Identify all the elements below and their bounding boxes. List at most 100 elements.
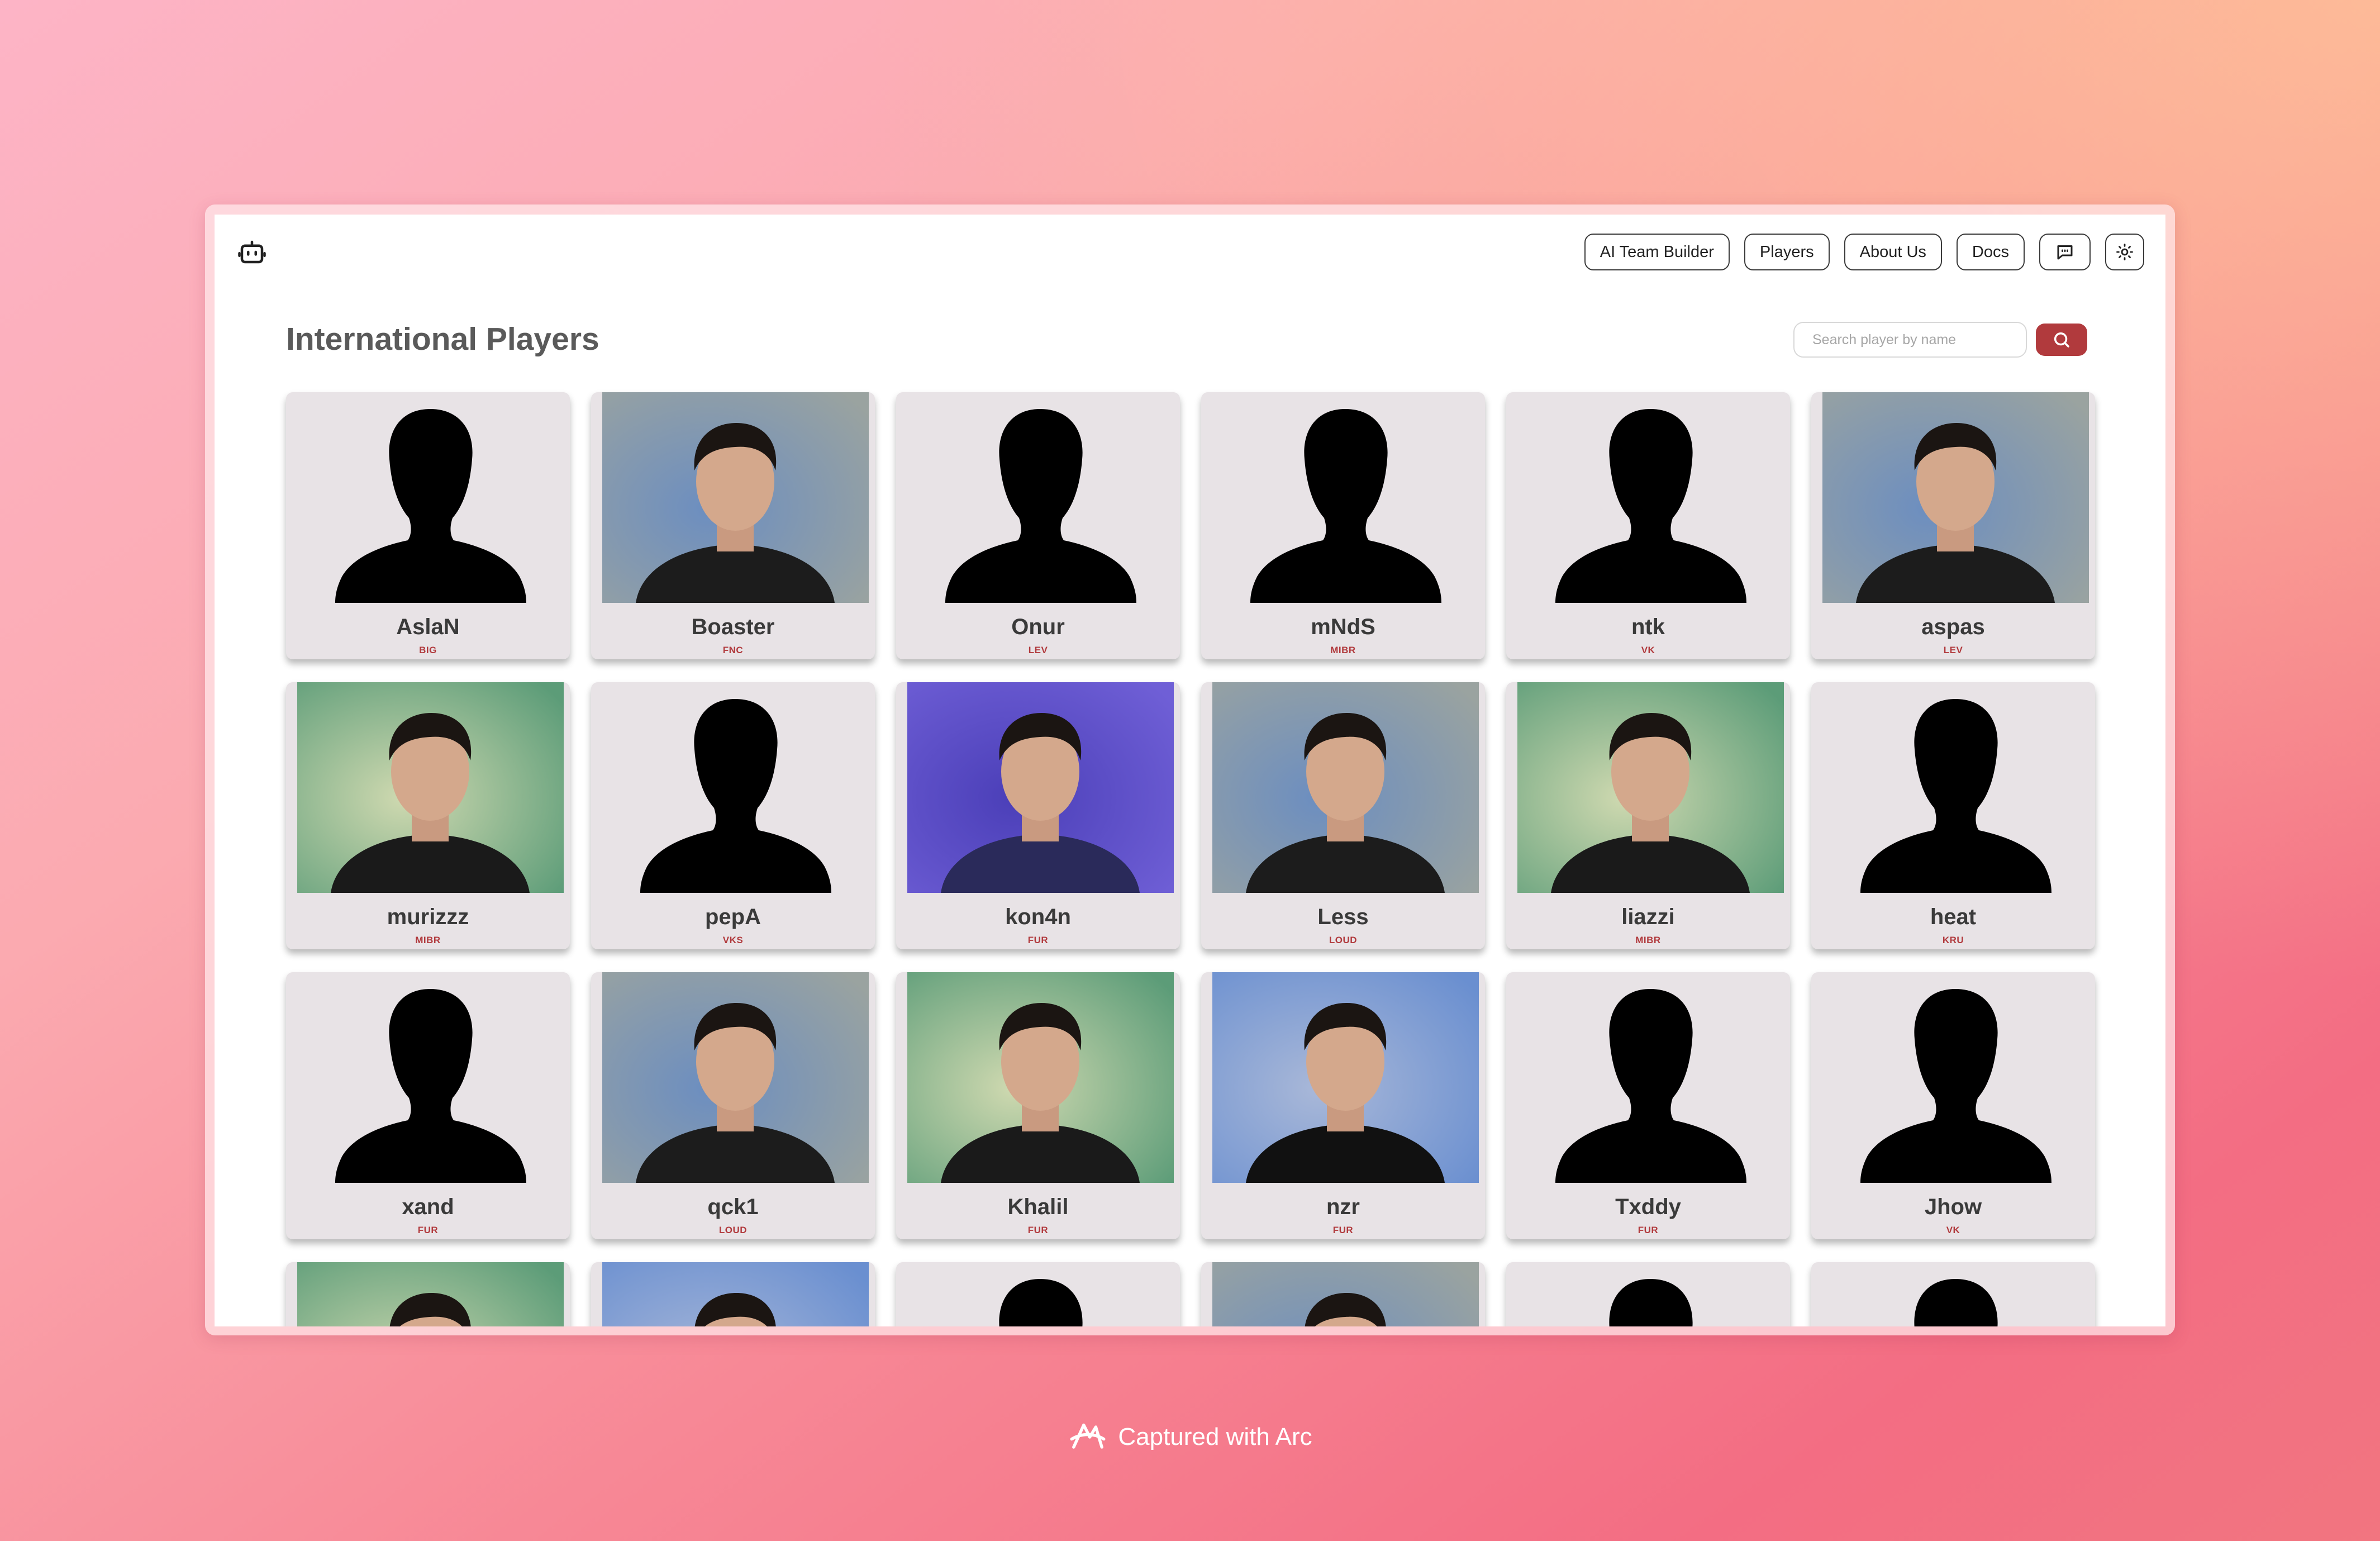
player-photo-placeholder bbox=[1517, 972, 1784, 1183]
player-photo bbox=[1212, 972, 1479, 1183]
sun-icon bbox=[2116, 244, 2133, 260]
player-name: mNdS bbox=[1311, 615, 1375, 639]
player-card[interactable] bbox=[896, 1262, 1180, 1326]
player-card[interactable]: Khalil FUR bbox=[896, 972, 1180, 1239]
player-photo-placeholder bbox=[1822, 682, 2089, 893]
player-photo bbox=[907, 682, 1174, 893]
player-team: FUR bbox=[1027, 1225, 1049, 1235]
chat-bubble-icon bbox=[2057, 245, 2073, 260]
player-team: MIBR bbox=[1330, 645, 1356, 655]
player-photo bbox=[297, 682, 564, 893]
page-title: International Players bbox=[286, 321, 599, 357]
player-card[interactable] bbox=[1506, 1262, 1790, 1326]
player-card[interactable]: liazzi MIBR bbox=[1506, 682, 1790, 949]
player-card[interactable]: Boaster FNC bbox=[591, 392, 875, 659]
player-photo-placeholder bbox=[1517, 1262, 1784, 1326]
robot-icon[interactable] bbox=[237, 237, 267, 267]
nav-ai-team-builder-button[interactable]: AI Team Builder bbox=[1584, 234, 1730, 270]
player-photo bbox=[602, 972, 869, 1183]
player-name: AslaN bbox=[396, 615, 460, 639]
footer-text: Captured with Arc bbox=[1118, 1423, 1312, 1450]
player-card[interactable]: nzr FUR bbox=[1201, 972, 1485, 1239]
nav-players-button[interactable]: Players bbox=[1744, 234, 1830, 270]
player-photo-placeholder bbox=[602, 682, 869, 893]
player-card[interactable] bbox=[1811, 1262, 2095, 1326]
player-team: FUR bbox=[417, 1225, 439, 1235]
player-photo bbox=[1212, 1262, 1479, 1326]
player-card[interactable]: Less LOUD bbox=[1201, 682, 1485, 949]
player-team: KRU bbox=[1942, 935, 1964, 945]
player-photo-placeholder bbox=[297, 972, 564, 1183]
player-photo bbox=[907, 972, 1174, 1183]
player-team: LEV bbox=[1943, 645, 1963, 655]
player-name: murizzz bbox=[387, 905, 469, 929]
player-card[interactable]: pepA VKS bbox=[591, 682, 875, 949]
arc-logo-icon bbox=[1070, 1423, 1106, 1449]
player-photo bbox=[602, 392, 869, 603]
player-card[interactable]: murizzz MIBR bbox=[286, 682, 570, 949]
player-card[interactable]: kon4n FUR bbox=[896, 682, 1180, 949]
nav-about-us-button[interactable]: About Us bbox=[1844, 234, 1942, 270]
player-name: xand bbox=[402, 1195, 454, 1219]
app-window: AI Team Builder Players About Us Docs In… bbox=[215, 215, 2165, 1326]
player-team: FUR bbox=[1332, 1225, 1354, 1235]
player-name: aspas bbox=[1921, 615, 1985, 639]
player-card[interactable]: Onur LEV bbox=[896, 392, 1180, 659]
player-name: Boaster bbox=[691, 615, 775, 639]
player-card[interactable]: aspas LEV bbox=[1811, 392, 2095, 659]
player-photo-placeholder bbox=[1517, 392, 1784, 603]
player-photo-placeholder bbox=[1822, 1262, 2089, 1326]
player-team: VK bbox=[1946, 1225, 1960, 1235]
player-name: heat bbox=[1930, 905, 1977, 929]
player-photo bbox=[1517, 682, 1784, 893]
player-photo bbox=[602, 1262, 869, 1326]
player-name: qck1 bbox=[707, 1195, 759, 1219]
player-team: FUR bbox=[1027, 935, 1049, 945]
player-card[interactable] bbox=[286, 1262, 570, 1326]
player-card[interactable] bbox=[1201, 1262, 1485, 1326]
chat-button[interactable] bbox=[2039, 234, 2091, 270]
player-team: VKS bbox=[722, 935, 744, 945]
player-team: LOUD bbox=[718, 1225, 748, 1235]
player-team: VK bbox=[1641, 645, 1655, 655]
nav-docs-button[interactable]: Docs bbox=[1956, 234, 2025, 270]
player-card[interactable]: Txddy FUR bbox=[1506, 972, 1790, 1239]
player-name: Khalil bbox=[1007, 1195, 1069, 1219]
player-card[interactable]: heat KRU bbox=[1811, 682, 2095, 949]
search-icon bbox=[2054, 332, 2069, 348]
player-team: FNC bbox=[722, 645, 744, 655]
player-card[interactable]: AslaN BIG bbox=[286, 392, 570, 659]
player-team: FUR bbox=[1638, 1225, 1659, 1235]
player-team: LEV bbox=[1028, 645, 1048, 655]
search-input[interactable] bbox=[1793, 322, 2027, 358]
player-photo bbox=[1822, 392, 2089, 603]
player-name: Jhow bbox=[1924, 1195, 1982, 1219]
player-name: pepA bbox=[705, 905, 761, 929]
top-nav-bar: AI Team Builder Players About Us Docs bbox=[215, 215, 2165, 287]
player-team: LOUD bbox=[1329, 935, 1358, 945]
player-photo-placeholder bbox=[907, 392, 1174, 603]
player-team: MIBR bbox=[1635, 935, 1661, 945]
player-card[interactable] bbox=[591, 1262, 875, 1326]
player-card[interactable]: xand FUR bbox=[286, 972, 570, 1239]
player-photo-placeholder bbox=[907, 1262, 1174, 1326]
search-button[interactable] bbox=[2036, 324, 2087, 356]
nav-menu: AI Team Builder Players About Us Docs bbox=[1584, 234, 2144, 270]
player-photo bbox=[297, 1262, 564, 1326]
player-team: MIBR bbox=[415, 935, 441, 945]
player-team: BIG bbox=[419, 645, 437, 655]
player-card[interactable]: ntk VK bbox=[1506, 392, 1790, 659]
theme-toggle-button[interactable] bbox=[2105, 234, 2144, 270]
player-name: Txddy bbox=[1615, 1195, 1681, 1219]
player-name: kon4n bbox=[1005, 905, 1071, 929]
player-photo-placeholder bbox=[1822, 972, 2089, 1183]
player-name: Less bbox=[1317, 905, 1369, 929]
search-bar bbox=[1793, 322, 2087, 358]
player-name: nzr bbox=[1326, 1195, 1360, 1219]
player-name: liazzi bbox=[1621, 905, 1675, 929]
player-card[interactable]: mNdS MIBR bbox=[1201, 392, 1485, 659]
player-card[interactable]: Jhow VK bbox=[1811, 972, 2095, 1239]
player-name: ntk bbox=[1631, 615, 1665, 639]
player-card[interactable]: qck1 LOUD bbox=[591, 972, 875, 1239]
player-grid: AslaN BIG Boaster FNC Onur LEV mNdS MIBR ntk… bbox=[286, 392, 2096, 1326]
